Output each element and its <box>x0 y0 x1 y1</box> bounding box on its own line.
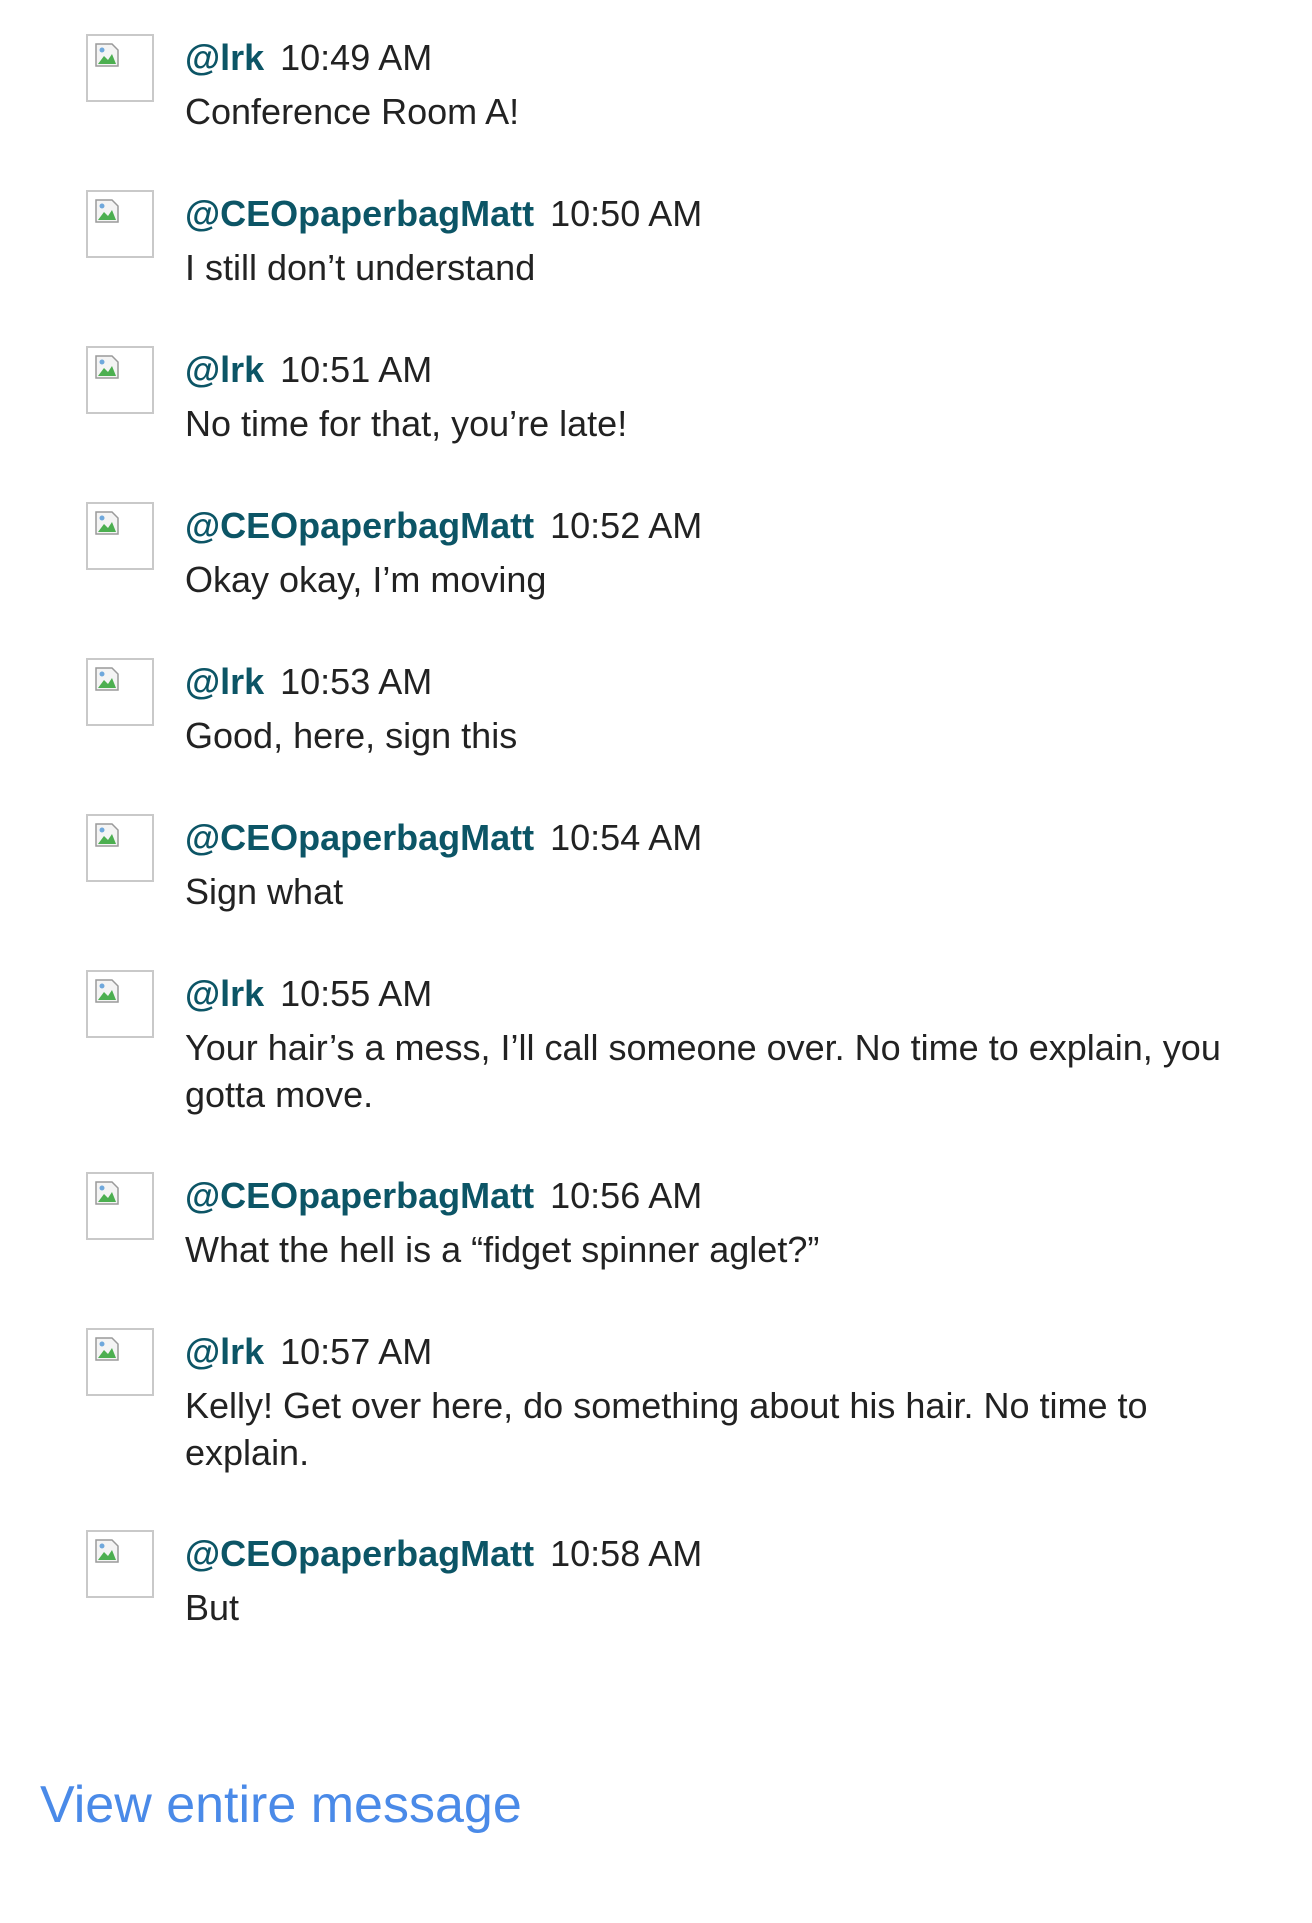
message-header: @CEOpaperbagMatt 10:56 AM <box>185 1172 702 1220</box>
message-username[interactable]: @CEOpaperbagMatt <box>185 817 534 858</box>
avatar[interactable] <box>86 1172 154 1240</box>
broken-image-icon <box>95 511 119 535</box>
broken-image-icon <box>95 667 119 691</box>
avatar[interactable] <box>86 34 154 102</box>
message-text: What the hell is a “fidget spinner aglet… <box>185 1229 820 1270</box>
message-timestamp: 10:52 AM <box>550 505 703 546</box>
avatar[interactable] <box>86 1328 154 1396</box>
message-header: @lrk 10:55 AM <box>185 970 432 1018</box>
avatar[interactable] <box>86 658 154 726</box>
message-text: Conference Room A! <box>185 91 520 132</box>
message-header: @lrk 10:57 AM <box>185 1328 432 1376</box>
avatar[interactable] <box>86 1530 154 1598</box>
avatar[interactable] <box>86 970 154 1038</box>
message-timestamp: 10:58 AM <box>550 1533 703 1574</box>
message-text: Kelly! Get over here, do something about… <box>185 1385 1148 1473</box>
message-timestamp: 10:54 AM <box>550 817 703 858</box>
avatar[interactable] <box>86 814 154 882</box>
message-username[interactable]: @lrk <box>185 661 264 702</box>
message-timestamp: 10:55 AM <box>280 973 433 1014</box>
message-header: @lrk 10:53 AM <box>185 658 432 706</box>
message-text: No time for that, you’re late! <box>185 403 628 444</box>
message-text: Okay okay, I’m moving <box>185 559 547 600</box>
message-username[interactable]: @lrk <box>185 973 264 1014</box>
message-text: Your hair’s a mess, I’ll call someone ov… <box>185 1027 1221 1115</box>
message-timestamp: 10:53 AM <box>280 661 433 702</box>
message-header: @CEOpaperbagMatt 10:50 AM <box>185 190 702 238</box>
avatar[interactable] <box>86 502 154 570</box>
message-username[interactable]: @lrk <box>185 37 264 78</box>
message-header: @CEOpaperbagMatt 10:52 AM <box>185 502 702 550</box>
message-username[interactable]: @lrk <box>185 349 264 390</box>
broken-image-icon <box>95 1337 119 1361</box>
broken-image-icon <box>95 355 119 379</box>
message-text: Sign what <box>185 871 344 912</box>
message-header: @CEOpaperbagMatt 10:54 AM <box>185 814 702 862</box>
message-username[interactable]: @CEOpaperbagMatt <box>185 1533 534 1574</box>
message-timestamp: 10:56 AM <box>550 1175 703 1216</box>
avatar[interactable] <box>86 346 154 414</box>
broken-image-icon <box>95 43 119 67</box>
avatar[interactable] <box>86 190 154 258</box>
view-entire-message-link[interactable]: View entire message <box>40 1772 522 1838</box>
message-header: @lrk 10:49 AM <box>185 34 432 82</box>
message-timestamp: 10:50 AM <box>550 193 703 234</box>
message-text: But <box>185 1587 240 1628</box>
broken-image-icon <box>95 979 119 1003</box>
broken-image-icon <box>95 1539 119 1563</box>
message-timestamp: 10:51 AM <box>280 349 433 390</box>
message-username[interactable]: @CEOpaperbagMatt <box>185 1175 534 1216</box>
message-header: @CEOpaperbagMatt 10:58 AM <box>185 1530 702 1578</box>
message-header: @lrk 10:51 AM <box>185 346 432 394</box>
broken-image-icon <box>95 1181 119 1205</box>
message-username[interactable]: @CEOpaperbagMatt <box>185 193 534 234</box>
message-username[interactable]: @CEOpaperbagMatt <box>185 505 534 546</box>
message-timestamp: 10:49 AM <box>280 37 433 78</box>
broken-image-icon <box>95 199 119 223</box>
message-text: I still don’t understand <box>185 247 536 288</box>
message-text: Good, here, sign this <box>185 715 518 756</box>
message-timestamp: 10:57 AM <box>280 1331 433 1372</box>
message-username[interactable]: @lrk <box>185 1331 264 1372</box>
broken-image-icon <box>95 823 119 847</box>
